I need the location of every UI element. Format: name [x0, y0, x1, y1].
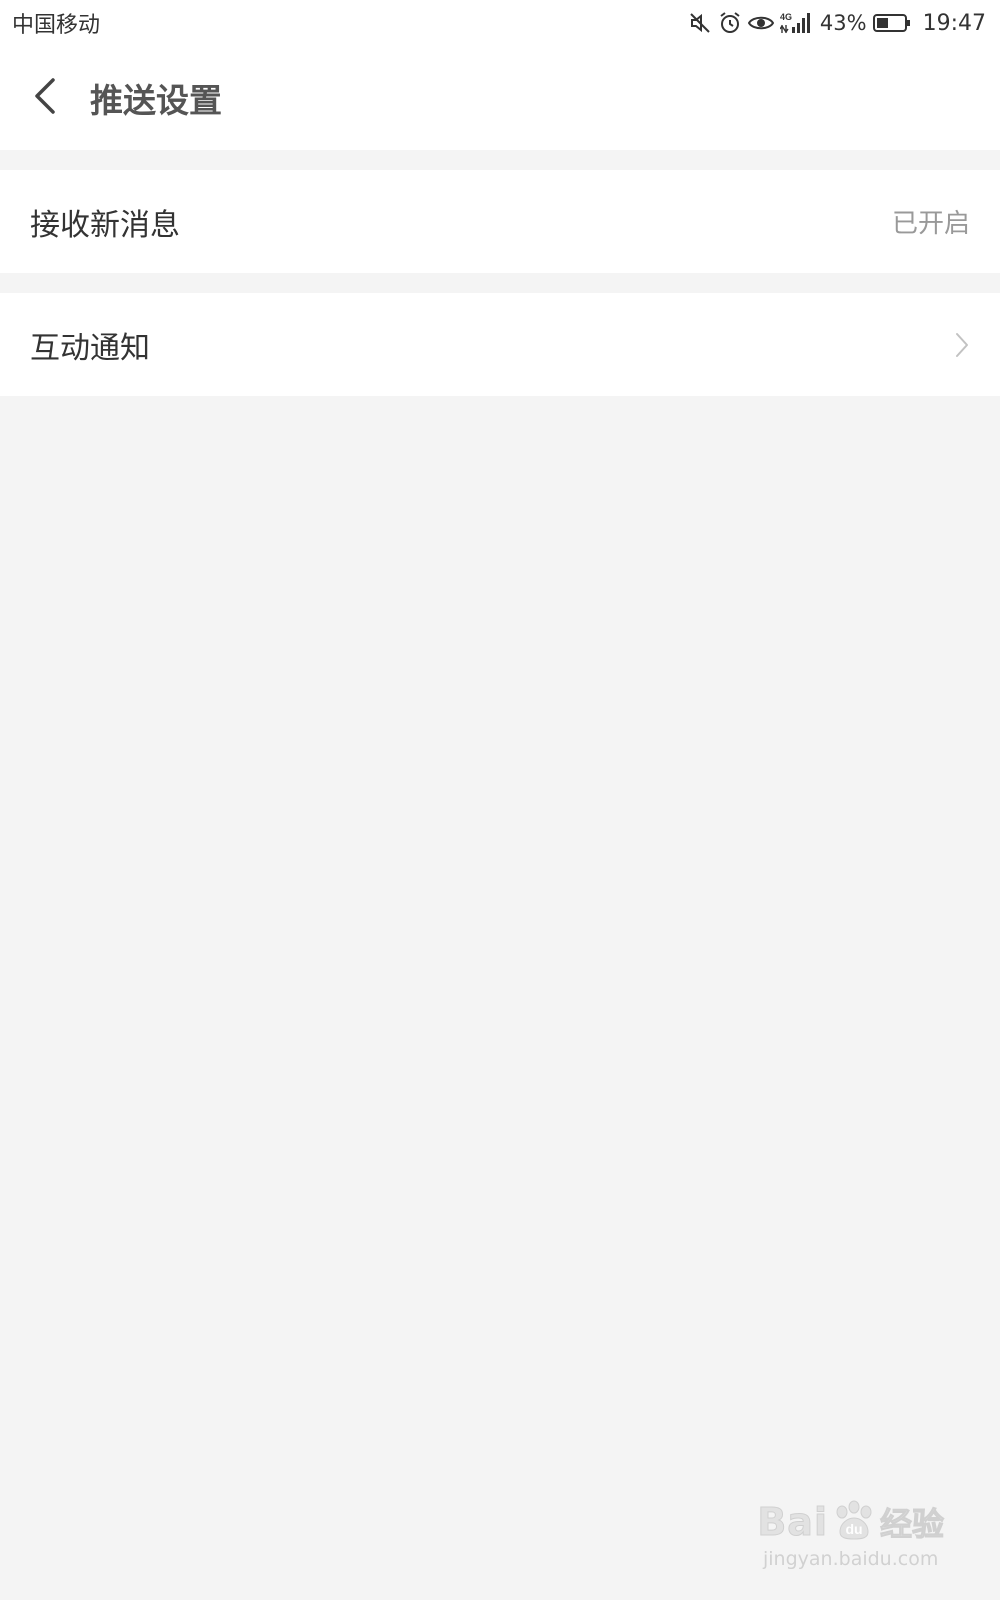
battery-icon — [872, 12, 911, 34]
chevron-right-icon — [954, 331, 970, 359]
carrier-name: 中国移动 — [12, 13, 101, 38]
push-settings-page: 中国移动 4G 43% 19:47 推送设置 接收新消息 已开启 互动通知 Ba… — [0, 0, 1000, 1600]
signal-icon: 4G — [779, 11, 812, 35]
receive-new-messages-row[interactable]: 接收新消息 已开启 — [0, 170, 1000, 273]
watermark-cn: 经验 — [879, 1505, 944, 1544]
interaction-notifications-row[interactable]: 互动通知 — [0, 293, 1000, 396]
top-app-bar: 推送设置 — [0, 46, 1000, 150]
status-bar: 中国移动 4G 43% 19:47 — [0, 0, 1000, 46]
alarm-icon — [718, 11, 742, 35]
receive-new-messages-label: 接收新消息 — [30, 207, 180, 243]
watermark-brand-suffix: du — [845, 1521, 862, 1537]
receive-new-messages-status: 已开启 — [891, 209, 970, 239]
status-icons: 4G 43% 19:47 — [688, 11, 986, 36]
watermark-url: jingyan.baidu.com — [763, 1548, 939, 1570]
back-button[interactable] — [0, 46, 90, 150]
eye-icon — [747, 11, 774, 35]
svg-text:4G: 4G — [780, 12, 792, 22]
watermark-brand: Bai — [757, 1500, 828, 1545]
chevron-left-icon — [31, 76, 59, 120]
paw-icon: du — [832, 1498, 876, 1546]
battery-percent: 43% — [819, 11, 867, 35]
clock: 19:47 — [922, 10, 986, 36]
page-title: 推送设置 — [90, 81, 222, 120]
baidu-jingyan-watermark: Bai du 经验 jingyan.baidu.com — [757, 1498, 945, 1571]
interaction-notifications-label: 互动通知 — [30, 330, 150, 366]
mute-icon — [688, 11, 712, 35]
